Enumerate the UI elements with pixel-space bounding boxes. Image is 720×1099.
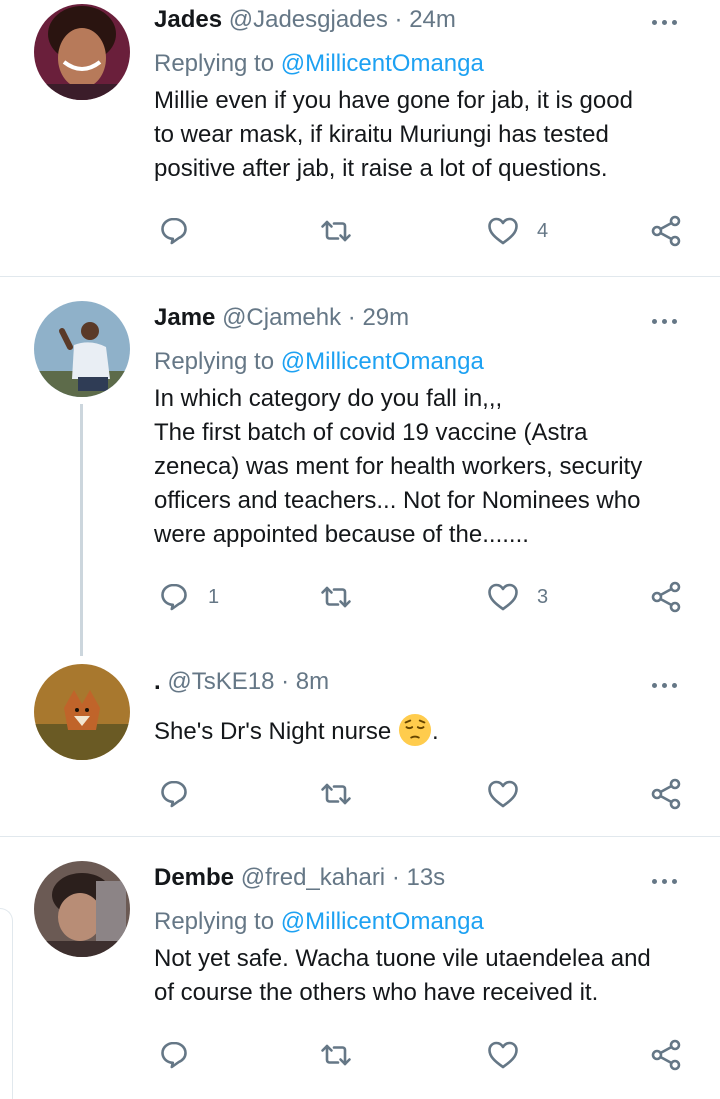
more-icon[interactable] xyxy=(652,16,684,28)
retweet-icon xyxy=(321,220,351,242)
tweet-actions: 1 3 xyxy=(154,577,694,617)
retweet-button[interactable] xyxy=(318,1035,370,1075)
display-name[interactable]: . xyxy=(154,668,161,695)
tweet-actions xyxy=(154,774,694,814)
retweet-button[interactable] xyxy=(318,577,370,617)
reply-icon xyxy=(161,583,187,611)
timestamp[interactable]: · 8m xyxy=(281,668,329,695)
retweet-icon xyxy=(321,783,351,805)
timestamp[interactable]: · 29m xyxy=(348,304,409,331)
retweet-button[interactable] xyxy=(318,774,370,814)
tweet-header: Jades @Jadesgjades · 24m xyxy=(154,6,456,34)
reply-icon xyxy=(161,1041,187,1069)
share-button[interactable] xyxy=(648,211,684,251)
tweet-text-tail: . xyxy=(431,718,439,745)
timestamp[interactable]: · 24m xyxy=(395,6,456,33)
replying-to-handle[interactable]: @MillicentOmanga xyxy=(281,348,484,375)
replying-to-handle[interactable]: @MillicentOmanga xyxy=(281,50,484,77)
display-name[interactable]: Jame xyxy=(154,304,215,331)
replying-to-handle[interactable]: @MillicentOmanga xyxy=(281,908,484,935)
replying-to: Replying to @MillicentOmanga xyxy=(154,50,484,78)
like-icon xyxy=(488,583,518,611)
avatar[interactable] xyxy=(34,4,130,100)
share-button[interactable] xyxy=(648,774,684,814)
tweet-text: In which category do you fall in,,, The … xyxy=(154,385,643,548)
side-panel-edge xyxy=(0,908,13,1099)
replying-to-label: Replying to xyxy=(154,50,281,77)
tweet-text: She's Dr's Night nurse . xyxy=(154,713,694,749)
like-button[interactable] xyxy=(485,774,537,814)
tweet-actions: 4 xyxy=(154,211,694,251)
user-handle[interactable]: @fred_kahari xyxy=(241,864,385,891)
tweet[interactable]: Jades @Jadesgjades · 24m Replying to @Mi… xyxy=(0,0,720,276)
avatar[interactable] xyxy=(34,664,130,760)
like-button[interactable]: 3 xyxy=(485,577,548,617)
tweet[interactable]: Jame @Cjamehk · 29m Replying to @Millice… xyxy=(0,277,720,647)
tweet-text: Not yet safe. Wacha tuone vile utaendele… xyxy=(154,945,651,1006)
like-count: 3 xyxy=(537,585,549,608)
more-icon[interactable] xyxy=(652,315,684,327)
user-handle[interactable]: @Cjamehk xyxy=(222,304,341,331)
reply-button[interactable] xyxy=(156,774,208,814)
replying-to: Replying to @MillicentOmanga xyxy=(154,348,484,376)
display-name[interactable]: Jades xyxy=(154,6,222,33)
share-icon xyxy=(651,215,681,247)
reply-count: 1 xyxy=(208,585,220,608)
reply-icon xyxy=(161,780,187,808)
tweet-header: Jame @Cjamehk · 29m xyxy=(154,304,409,332)
replying-to-label: Replying to xyxy=(154,908,281,935)
retweet-icon xyxy=(321,1044,351,1066)
like-button[interactable]: 4 xyxy=(485,211,548,251)
display-name[interactable]: Dembe xyxy=(154,864,234,891)
tweet[interactable]: . @TsKE18 · 8m She's Dr's Night nurse . xyxy=(0,660,720,836)
like-count: 4 xyxy=(537,219,549,242)
reply-icon xyxy=(161,217,187,245)
tweet-actions xyxy=(154,1035,694,1075)
tweet[interactable]: Dembe @fred_kahari · 13s Replying to @Mi… xyxy=(0,837,720,1086)
thread-line xyxy=(80,404,83,656)
share-button[interactable] xyxy=(648,577,684,617)
pensive-face-icon xyxy=(398,713,431,747)
share-button[interactable] xyxy=(648,1035,684,1075)
reply-button[interactable]: 1 xyxy=(156,577,219,617)
share-icon xyxy=(651,1039,681,1071)
user-handle[interactable]: @Jadesgjades xyxy=(229,6,388,33)
share-icon xyxy=(651,581,681,613)
tweet-text-main: She's Dr's Night nurse xyxy=(154,718,398,745)
like-icon xyxy=(488,217,518,245)
avatar[interactable] xyxy=(34,301,130,397)
replying-to-label: Replying to xyxy=(154,348,281,375)
reply-button[interactable] xyxy=(156,211,208,251)
replying-to: Replying to @MillicentOmanga xyxy=(154,908,484,936)
timestamp[interactable]: · 13s xyxy=(392,864,445,891)
like-icon xyxy=(488,780,518,808)
retweet-button[interactable] xyxy=(318,211,370,251)
tweet-text: Millie even if you have gone for jab, it… xyxy=(154,87,633,182)
retweet-icon xyxy=(321,586,351,608)
reply-button[interactable] xyxy=(156,1035,208,1075)
avatar[interactable] xyxy=(34,861,130,957)
like-icon xyxy=(488,1041,518,1069)
more-icon[interactable] xyxy=(652,679,684,691)
user-handle[interactable]: @TsKE18 xyxy=(167,668,274,695)
share-icon xyxy=(651,778,681,810)
tweet-header: Dembe @fred_kahari · 13s xyxy=(154,864,445,892)
like-button[interactable] xyxy=(485,1035,537,1075)
more-icon[interactable] xyxy=(652,875,684,887)
tweet-header: . @TsKE18 · 8m xyxy=(154,668,329,696)
